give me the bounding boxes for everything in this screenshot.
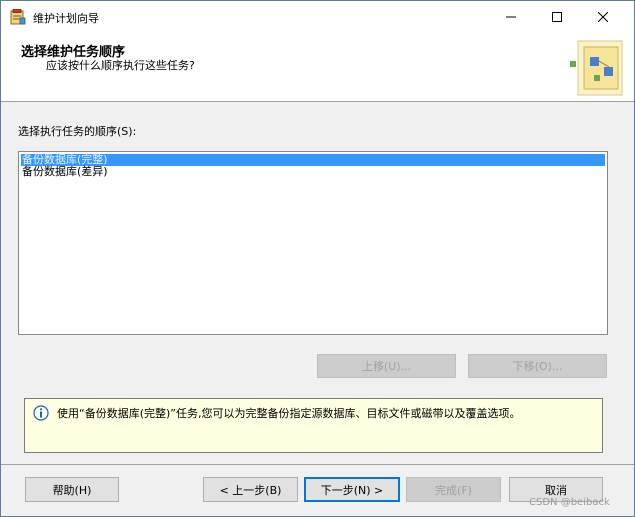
- window-title: 维护计划向导: [33, 12, 99, 25]
- list-item[interactable]: 备份数据库(差异): [21, 166, 108, 178]
- maximize-button[interactable]: [534, 1, 580, 32]
- page-subtitle: 应该按什么顺序执行这些任务?: [46, 59, 195, 72]
- back-button[interactable]: < 上一步(B): [203, 477, 298, 502]
- wizard-banner-icon: [570, 40, 623, 96]
- move-up-button[interactable]: 上移(U)...: [317, 354, 456, 378]
- footer-divider: [1, 464, 634, 465]
- maximize-icon: [552, 11, 562, 22]
- close-button[interactable]: [580, 1, 626, 32]
- title-bar[interactable]: 维护计划向导: [1, 1, 634, 32]
- task-order-label: 选择执行任务的顺序(S):: [18, 125, 137, 138]
- finish-button[interactable]: 完成(F): [406, 477, 501, 502]
- close-icon: [598, 11, 608, 22]
- wizard-window: 维护计划向导 选择维护任务顺序 应该按什么顺序执行这些任务? 选择执行任务的顺序…: [0, 0, 635, 517]
- task-order-list[interactable]: 备份数据库(完整) 备份数据库(差异): [18, 151, 608, 335]
- maintenance-plan-icon: [10, 9, 26, 25]
- task-description-text: 使用“备份数据库(完整)”任务,您可以为完整备份指定源数据库、目标文件或磁带以及…: [57, 407, 521, 420]
- minimize-button[interactable]: [488, 1, 534, 32]
- watermark-text: CSDN @beiback: [529, 497, 610, 508]
- wizard-header: 选择维护任务顺序 应该按什么顺序执行这些任务?: [1, 32, 634, 102]
- next-button[interactable]: 下一步(N) >: [304, 477, 400, 502]
- task-description-panel: 使用“备份数据库(完整)”任务,您可以为完整备份指定源数据库、目标文件或磁带以及…: [24, 398, 603, 453]
- info-icon: [33, 405, 49, 421]
- move-down-button[interactable]: 下移(O)...: [468, 354, 607, 378]
- minimize-icon: [506, 16, 516, 17]
- list-item[interactable]: 备份数据库(完整): [21, 154, 605, 166]
- help-button[interactable]: 帮助(H): [25, 477, 119, 502]
